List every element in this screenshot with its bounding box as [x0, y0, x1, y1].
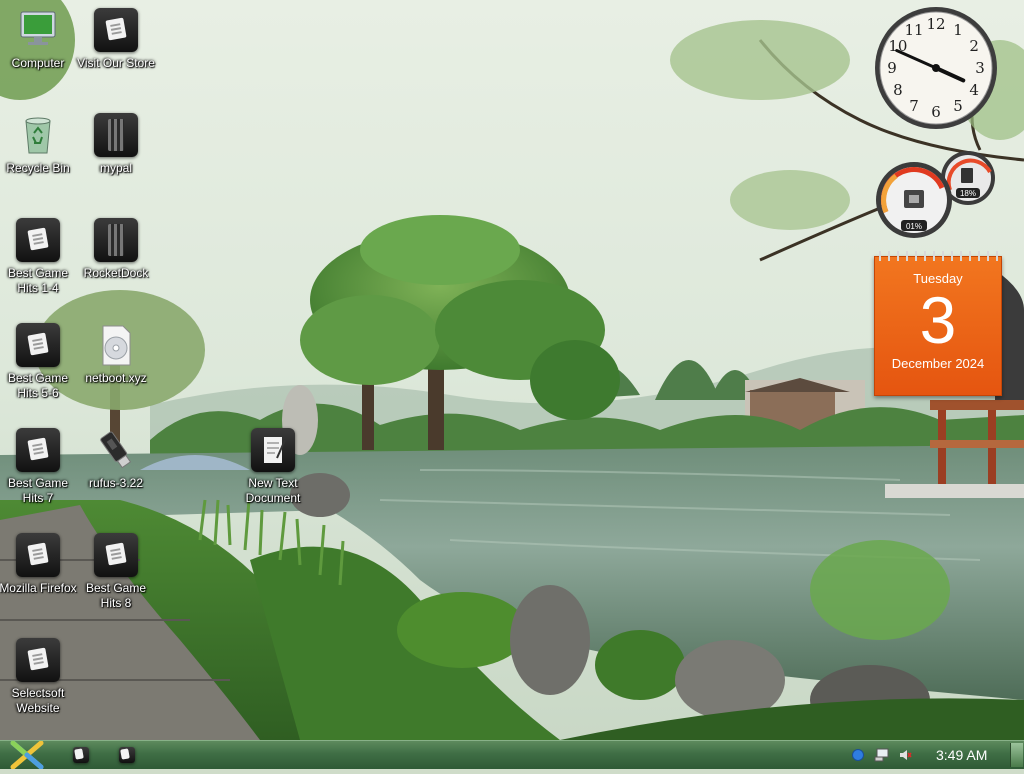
shortcut-icon	[16, 428, 60, 472]
clock-numeral: 9	[887, 59, 897, 77]
desktop-icon-label: New Text Document	[245, 476, 301, 505]
calendar-month-year: December 2024	[891, 356, 985, 371]
usb-drive-icon	[94, 428, 138, 472]
taskbar-app-button[interactable]	[71, 746, 91, 764]
clock-numeral: 5	[953, 97, 963, 115]
disc-image-icon	[94, 323, 138, 367]
volume-muted-icon[interactable]	[898, 748, 912, 762]
calendar-gadget[interactable]: Tuesday 3 December 2024	[874, 251, 1002, 396]
cpu-percent: 01%	[906, 222, 922, 231]
desktop-icon-visit-our-store[interactable]: Visit Our Store	[74, 8, 158, 71]
computer-icon	[16, 8, 60, 52]
desktop-icon-label: Best Game Hits 7	[7, 476, 69, 505]
desktop-icon-label: Recycle Bin	[6, 161, 70, 175]
desktop-icon-computer[interactable]: Computer	[0, 8, 80, 71]
shortcut-icon	[94, 8, 138, 52]
cpu-meter-gadget[interactable]: 18% 01%	[872, 150, 1002, 240]
taskbar: 3:49 AM	[0, 740, 1024, 770]
clock-numeral: 6	[931, 103, 941, 121]
shortcut-icon	[16, 638, 60, 682]
clock-numeral: 3	[975, 59, 985, 77]
desktop-icon-mypal[interactable]: mypal	[74, 113, 158, 176]
notepad-icon	[251, 428, 295, 472]
clock-gadget[interactable]: 12 1234567891011	[873, 5, 999, 131]
recycle-bin-icon	[16, 113, 60, 157]
desktop-icon-recycle-bin[interactable]: Recycle Bin	[0, 113, 80, 176]
clock-numeral: 7	[909, 97, 919, 115]
clock-numeral: 12	[926, 15, 945, 33]
desktop-icon-rufus[interactable]: rufus-3.22	[74, 428, 158, 491]
clock-numeral: 2	[969, 37, 979, 55]
network-icon[interactable]	[851, 748, 865, 762]
desktop-icon-rocketdock[interactable]: RocketDock	[74, 218, 158, 281]
desktop-icon-netboot-xyz[interactable]: netboot.xyz	[74, 323, 158, 386]
start-button[interactable]	[8, 740, 46, 770]
archive-icon	[94, 218, 138, 262]
desktop-icon-label: Visit Our Store	[77, 56, 155, 70]
desktop-icon-best-game-hits-1-4[interactable]: Best Game Hits 1-4	[0, 218, 80, 296]
clock-numeral: 1	[953, 21, 963, 39]
desktop-icon-best-game-hits-7[interactable]: Best Game Hits 7	[0, 428, 80, 506]
show-desktop-button[interactable]	[1010, 743, 1023, 767]
memory-percent: 18%	[960, 189, 976, 198]
taskbar-app-button[interactable]	[117, 746, 137, 764]
desktop-icon-label: RocketDock	[83, 266, 149, 280]
desktop-icon-selectsoft-website[interactable]: Selectsoft Website	[0, 638, 80, 716]
calendar-binding-rings	[875, 251, 1001, 261]
desktop-icon-best-game-hits-8[interactable]: Best Game Hits 8	[74, 533, 158, 611]
desktop-icon-label: Best Game Hits 8	[85, 581, 147, 610]
archive-icon	[94, 113, 138, 157]
desktop-icon-label: Best Game Hits 1-4	[7, 266, 69, 295]
desktop-icon-label: Computer	[11, 56, 65, 70]
desktop-icon-label: Mozilla Firefox	[0, 581, 77, 595]
clock-numeral: 8	[893, 81, 903, 99]
shortcut-icon	[16, 533, 60, 577]
shortcut-icon	[16, 323, 60, 367]
desktop-icon-label: netboot.xyz	[85, 371, 147, 385]
calendar-date: 3	[919, 283, 957, 357]
shortcut-icon	[16, 218, 60, 262]
desktop-icon-label: rufus-3.22	[88, 476, 144, 490]
shortcut-icon	[94, 533, 138, 577]
desktop-icon-label: Best Game Hits 5-6	[7, 371, 69, 400]
desktop-icon-label: mypal	[99, 161, 132, 175]
clock-numeral: 11	[904, 21, 923, 39]
desktop-icon-label: Selectsoft Website	[11, 686, 65, 715]
desktop-icon-best-game-hits-5-6[interactable]: Best Game Hits 5-6	[0, 323, 80, 401]
taskbar-clock[interactable]: 3:49 AM	[936, 747, 987, 763]
clock-numeral: 4	[969, 81, 979, 99]
desktop-icon-mozilla-firefox[interactable]: Mozilla Firefox	[0, 533, 80, 596]
cpu-gauge: 01%	[876, 162, 952, 238]
x-logo-icon	[10, 740, 44, 770]
computer-icon[interactable]	[874, 748, 889, 762]
desktop-icon-new-text-document[interactable]: New Text Document	[231, 428, 315, 506]
